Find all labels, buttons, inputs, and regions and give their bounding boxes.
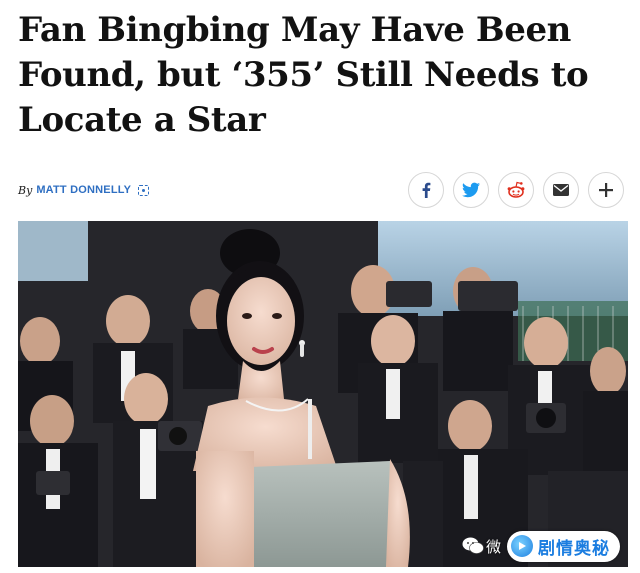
wechat-icon xyxy=(462,537,484,554)
plus-icon xyxy=(599,183,613,197)
headline-line-2: Found, but ‘355’ Still Needs to xyxy=(18,55,589,95)
share-more-button[interactable] xyxy=(588,172,624,208)
wechat-watermark-text: 微 xyxy=(485,537,501,556)
byline-prefix: By xyxy=(18,183,33,197)
author-link[interactable]: MATT DONNELLY xyxy=(36,184,131,196)
byline: By MATT DONNELLY xyxy=(18,183,150,197)
wechat-watermark: 微 xyxy=(462,536,501,557)
share-reddit-button[interactable] xyxy=(498,172,534,208)
follow-author-icon[interactable] xyxy=(138,184,150,196)
twitter-icon xyxy=(462,182,480,198)
article-headline: Fan Bingbing May Have Been Found, but ‘3… xyxy=(18,8,628,143)
brand-logo-icon xyxy=(511,535,533,557)
email-icon xyxy=(553,184,569,196)
brand-watermark-text: 剧情奥秘 xyxy=(538,538,610,559)
brand-watermark: 剧情奥秘 xyxy=(507,530,620,562)
watermark: 微 剧情奥秘 xyxy=(462,530,620,562)
share-email-button[interactable] xyxy=(543,172,579,208)
reddit-icon xyxy=(507,181,525,198)
article-photo: 微 剧情奥秘 xyxy=(18,221,628,567)
byline-row: By MATT DONNELLY xyxy=(18,170,628,210)
share-twitter-button[interactable] xyxy=(453,172,489,208)
red-carpet-photo xyxy=(18,221,628,567)
share-toolbar xyxy=(408,172,624,208)
share-facebook-button[interactable] xyxy=(408,172,444,208)
facebook-icon xyxy=(422,182,431,198)
headline-line-3: Locate a Star xyxy=(18,100,266,140)
headline-line-1: Fan Bingbing May Have Been xyxy=(18,10,571,50)
